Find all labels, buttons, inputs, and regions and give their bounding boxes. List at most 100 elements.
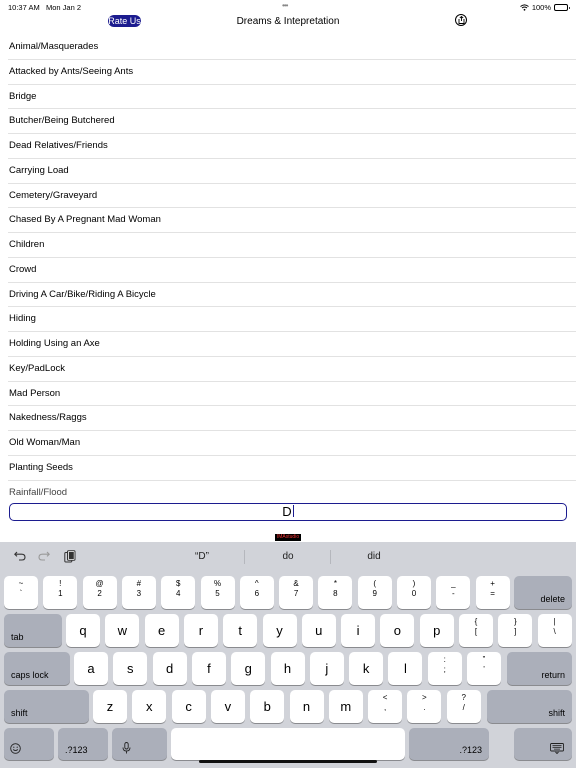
list-item[interactable]: Rainfall/Flood	[8, 481, 576, 496]
key[interactable]: ~ `	[4, 576, 38, 609]
key-label: j	[325, 661, 329, 676]
key[interactable]: u	[301, 614, 336, 647]
key[interactable]: z	[93, 690, 127, 723]
share-button[interactable]	[455, 14, 467, 26]
list-item[interactable]: Butcher/Being Butchered	[8, 109, 576, 134]
list-item[interactable]: Children	[8, 233, 576, 258]
undo-icon[interactable]	[14, 550, 26, 564]
key[interactable]: & 7	[279, 576, 314, 609]
key[interactable]: #3	[121, 576, 156, 609]
dictation-key[interactable]	[112, 728, 167, 760]
key-shift-label: #	[136, 579, 142, 588]
key[interactable]: a	[74, 652, 108, 685]
key[interactable]: c	[171, 690, 206, 723]
key-shift-label: +	[490, 579, 495, 588]
key[interactable]: :;	[427, 652, 462, 685]
key[interactable]: g	[231, 652, 266, 685]
key[interactable]: f	[191, 652, 226, 685]
dismiss-keyboard-key[interactable]	[514, 728, 572, 760]
key[interactable]: {[	[459, 614, 493, 647]
list-item[interactable]: Mad Person	[8, 382, 576, 407]
list-item[interactable]: Planting Seeds	[8, 456, 576, 481]
key[interactable]: + =	[475, 576, 510, 609]
redo-icon[interactable]	[38, 550, 50, 564]
list-item[interactable]: Dead Relatives/Friends	[8, 134, 576, 159]
key[interactable]: v	[210, 690, 245, 723]
list-item[interactable]: Crowd	[8, 258, 576, 283]
key-label: ]	[514, 627, 517, 636]
key[interactable]: q	[66, 614, 100, 647]
key[interactable]: k	[349, 652, 384, 685]
key[interactable]: | \	[537, 614, 572, 647]
list-item[interactable]: Animal/Masquerades	[8, 35, 576, 60]
keyboard-toolbar: “D” do did	[0, 542, 576, 572]
key-shift-label: {	[474, 617, 478, 626]
key[interactable]: ^ 6	[239, 576, 274, 609]
key[interactable]: i	[341, 614, 376, 647]
numbers-key-right[interactable]: .?123	[409, 728, 489, 760]
list-item[interactable]: Carrying Load	[8, 159, 576, 184]
key[interactable]: _ -	[436, 576, 471, 609]
suggestion-1[interactable]: “D”	[172, 551, 232, 562]
key[interactable]: $4	[161, 576, 196, 609]
space-bar[interactable]	[171, 728, 405, 760]
key[interactable]: x	[132, 690, 167, 723]
suggestion-2[interactable]: do	[258, 551, 318, 562]
key-label: -	[451, 589, 455, 598]
list-item[interactable]: Old Woman/Man	[8, 431, 576, 456]
multitask-dots[interactable]: •••	[282, 1, 288, 10]
key[interactable]: ) 0	[397, 576, 431, 609]
key[interactable]: l	[388, 652, 423, 685]
list-item[interactable]: Bridge	[8, 85, 576, 110]
list-item[interactable]: Holding Using an Axe	[8, 332, 576, 357]
left-shift-key[interactable]: shift	[4, 690, 89, 723]
key[interactable]: ? /	[446, 690, 481, 723]
caps-lock-key[interactable]: caps lock	[4, 652, 70, 685]
list-item[interactable]: Driving A Car/Bike/Riding A Bicycle	[8, 283, 576, 308]
key[interactable]: t	[223, 614, 258, 647]
delete-key[interactable]: delete	[514, 576, 572, 609]
list-item[interactable]: Attacked by Ants/Seeing Ants	[8, 60, 576, 85]
paste-icon[interactable]	[64, 550, 76, 566]
dream-list[interactable]: Animal/Masquerades Attacked by Ants/Seein…	[0, 35, 576, 495]
list-item[interactable]: Key/PadLock	[8, 357, 576, 382]
key[interactable]: j	[309, 652, 344, 685]
key[interactable]: r	[183, 614, 218, 647]
key[interactable]: b	[250, 690, 285, 723]
key[interactable]: m	[328, 690, 363, 723]
key[interactable]: @2	[82, 576, 117, 609]
key[interactable]: y	[262, 614, 297, 647]
key[interactable]: h	[270, 652, 305, 685]
list-item[interactable]: Nakedness/Raggs	[8, 406, 576, 431]
key[interactable]: e	[144, 614, 179, 647]
key-label: u	[315, 623, 323, 638]
home-indicator[interactable]	[199, 760, 377, 763]
return-key[interactable]: return	[507, 652, 572, 685]
key[interactable]: (9	[357, 576, 392, 609]
key[interactable]: * 8	[318, 576, 353, 609]
microphone-icon	[122, 742, 131, 754]
key[interactable]: >.	[407, 690, 442, 723]
key[interactable]: n	[289, 690, 324, 723]
key-label: i	[356, 623, 360, 638]
list-item[interactable]: Hiding	[8, 307, 576, 332]
key[interactable]: d	[152, 652, 187, 685]
key[interactable]: ”’	[467, 652, 501, 685]
search-input[interactable]: D	[9, 503, 567, 521]
numbers-key-left[interactable]: .?123	[58, 728, 108, 760]
key[interactable]: <,	[368, 690, 403, 723]
list-item[interactable]: Cemetery/Graveyard	[8, 184, 576, 209]
key[interactable]: p	[419, 614, 454, 647]
emoji-key[interactable]	[4, 728, 54, 760]
key[interactable]: w	[105, 614, 140, 647]
key[interactable]: % 5	[200, 576, 235, 609]
tab-key[interactable]: tab	[4, 614, 62, 647]
list-item[interactable]: Chased By A Pregnant Mad Woman	[8, 208, 576, 233]
key[interactable]: o	[380, 614, 415, 647]
key-label: h	[283, 661, 292, 676]
right-shift-key[interactable]: shift	[487, 690, 572, 723]
key[interactable]: s	[113, 652, 148, 685]
key[interactable]: ! 1	[43, 576, 78, 609]
suggestion-3[interactable]: did	[344, 551, 404, 562]
key[interactable]: }]	[498, 614, 533, 647]
